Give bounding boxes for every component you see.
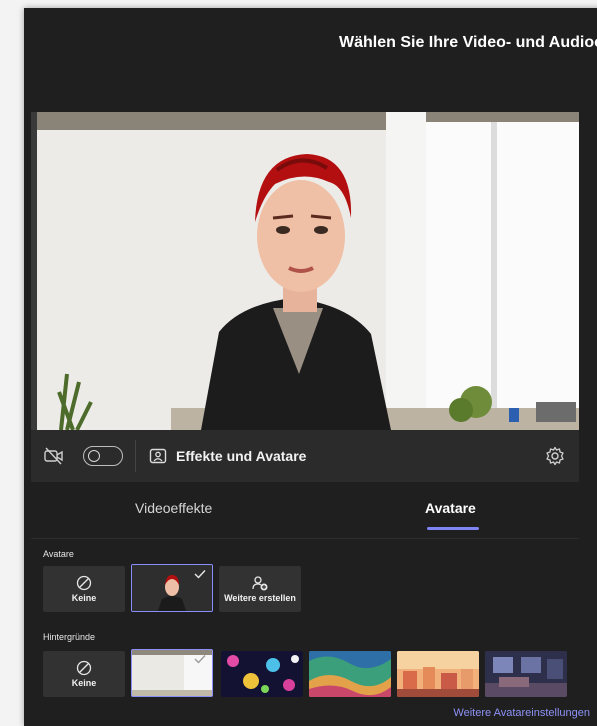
avatar-none-tile[interactable]: Keine bbox=[43, 566, 125, 612]
gear-icon[interactable] bbox=[545, 446, 565, 466]
background-bokeh-tile[interactable] bbox=[221, 651, 303, 697]
more-avatar-settings-link[interactable]: Weitere Avatareinstellungen bbox=[453, 707, 590, 719]
toolbar-divider bbox=[135, 440, 136, 472]
image-person-icon bbox=[149, 448, 167, 464]
bokeh-thumbnail bbox=[221, 651, 303, 697]
avatar-none-label: Keine bbox=[71, 593, 97, 603]
avatar-selected-tile[interactable] bbox=[131, 564, 213, 612]
background-sunset-town-tile[interactable] bbox=[397, 651, 479, 697]
background-waves-tile[interactable] bbox=[309, 651, 391, 697]
create-more-avatars-tile[interactable]: Weitere erstellen bbox=[219, 566, 301, 612]
tab-videoeffekte[interactable]: Videoeffekte bbox=[135, 500, 212, 516]
toggle-knob bbox=[88, 450, 100, 462]
person-add-icon bbox=[252, 576, 268, 591]
sunset-town-thumbnail bbox=[397, 651, 479, 697]
tab-selected-indicator bbox=[427, 527, 479, 530]
dark-lounge-thumbnail bbox=[485, 651, 567, 697]
video-preview bbox=[31, 112, 579, 430]
none-icon bbox=[76, 660, 92, 676]
dialog-title: Wählen Sie Ihre Video- und Audiooptionen bbox=[339, 34, 597, 51]
waves-thumbnail bbox=[309, 651, 391, 697]
tab-bar: Videoeffekte Avatare bbox=[31, 490, 579, 540]
tab-avatare[interactable]: Avatare bbox=[425, 500, 476, 516]
background-white-office-tile[interactable] bbox=[131, 649, 213, 697]
avatars-section-label: Avatare bbox=[43, 549, 74, 559]
effects-label: Effekte und Avatare bbox=[176, 448, 307, 464]
checkmark-icon bbox=[194, 655, 206, 664]
backgrounds-section-label: Hintergründe bbox=[43, 632, 96, 642]
background-none-tile[interactable]: Keine bbox=[43, 651, 125, 697]
none-icon bbox=[76, 575, 92, 591]
effects-and-avatars-button[interactable]: Effekte und Avatare bbox=[149, 444, 306, 468]
create-more-label: Weitere erstellen bbox=[224, 593, 296, 603]
avatar-settings-dialog: Wählen Sie Ihre Video- und Audiooptionen bbox=[24, 8, 597, 726]
tab-divider bbox=[31, 538, 579, 539]
background-none-label: Keine bbox=[71, 678, 97, 688]
camera-off-icon[interactable] bbox=[44, 447, 64, 465]
camera-toggle[interactable] bbox=[83, 446, 123, 466]
video-toolbar: Effekte und Avatare bbox=[31, 430, 579, 482]
background-dark-lounge-tile[interactable] bbox=[485, 651, 567, 697]
checkmark-icon bbox=[194, 570, 206, 579]
